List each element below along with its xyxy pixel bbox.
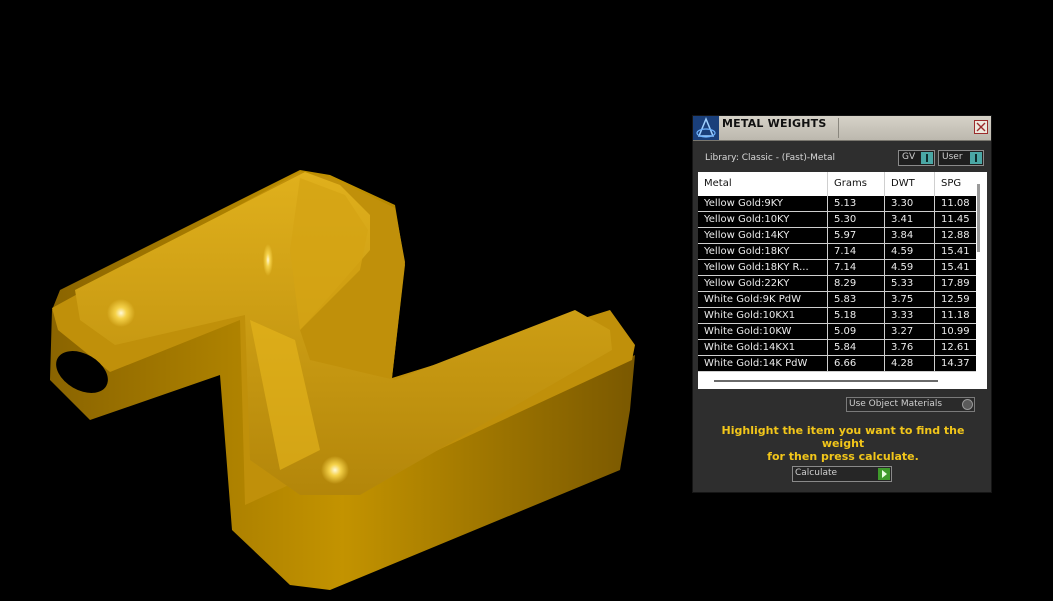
cell-metal: Yellow Gold:9KY: [698, 196, 828, 211]
table-body: Yellow Gold:9KY 5.13 3.30 11.08 Yellow Gold:…: [698, 196, 976, 372]
cell-spg: 11.18: [941, 310, 970, 321]
instruction-text: Highlight the item you want to find the …: [703, 424, 983, 463]
cell-grams: 5.18: [828, 308, 885, 323]
cell-dwt: 3.84: [885, 228, 935, 243]
cell-metal: Yellow Gold:22KY: [698, 276, 828, 291]
table-row[interactable]: White Gold:10KX1 5.18 3.33 11.18: [698, 308, 976, 324]
cell-spg: 15.41: [941, 262, 970, 273]
user-toggle-label: User: [942, 152, 963, 162]
table-row[interactable]: White Gold:14KX1 5.84 3.76 12.61: [698, 340, 976, 356]
cell-metal: White Gold:14K PdW: [698, 356, 828, 371]
cell-spg: 12.61: [941, 342, 970, 353]
table-row[interactable]: White Gold:10KW 5.09 3.27 10.99: [698, 324, 976, 340]
table-row[interactable]: Yellow Gold:9KY 5.13 3.30 11.08: [698, 196, 976, 212]
cell-grams: 7.14: [828, 260, 885, 275]
toggle-switch-icon: [970, 152, 982, 164]
cell-metal: Yellow Gold:10KY: [698, 212, 828, 227]
cell-dwt: 4.59: [885, 244, 935, 259]
calculate-button[interactable]: Calculate: [792, 466, 892, 482]
toggle-switch-icon: [921, 152, 933, 164]
table-row[interactable]: Yellow Gold:18KY R... 7.14 4.59 15.41: [698, 260, 976, 276]
close-icon: [976, 122, 986, 132]
gv-toggle[interactable]: GV: [898, 150, 935, 166]
metal-table[interactable]: Metal Grams DWT SPG Yellow Gold:9KY 5.13 3…: [698, 172, 987, 389]
title-divider: [838, 118, 839, 138]
metal-weights-panel: METAL WEIGHTS Library: Classic - (Fast)-…: [692, 115, 992, 493]
cell-metal: White Gold:9K PdW: [698, 292, 828, 307]
table-row[interactable]: White Gold:9K PdW 5.83 3.75 12.59: [698, 292, 976, 308]
material-source-label: Use Object Materials: [849, 399, 943, 409]
cell-grams: 7.14: [828, 244, 885, 259]
gv-toggle-label: GV: [902, 152, 916, 162]
table-row[interactable]: Yellow Gold:10KY 5.30 3.41 11.45: [698, 212, 976, 228]
column-header-grams[interactable]: Grams: [828, 172, 885, 196]
table-row[interactable]: Yellow Gold:18KY 7.14 4.59 15.41: [698, 244, 976, 260]
cell-spg: 12.59: [941, 294, 970, 305]
table-header: Metal Grams DWT SPG: [698, 172, 987, 196]
close-button[interactable]: [974, 120, 988, 134]
user-toggle[interactable]: User: [938, 150, 984, 166]
vertical-scrollbar[interactable]: [977, 184, 980, 252]
cell-grams: 6.66: [828, 356, 885, 371]
cell-metal: Yellow Gold:18KY R...: [698, 260, 828, 275]
cell-grams: 5.83: [828, 292, 885, 307]
panel-titlebar[interactable]: METAL WEIGHTS: [693, 116, 991, 141]
cell-dwt: 3.41: [885, 212, 935, 227]
cell-metal: Yellow Gold:18KY: [698, 244, 828, 259]
table-row[interactable]: Yellow Gold:22KY 8.29 5.33 17.89: [698, 276, 976, 292]
cell-metal: White Gold:10KW: [698, 324, 828, 339]
cell-grams: 5.09: [828, 324, 885, 339]
cell-metal: Yellow Gold:14KY: [698, 228, 828, 243]
dropdown-arrow-icon: [962, 399, 973, 410]
instruction-line-2: for then press calculate.: [767, 450, 919, 463]
material-source-dropdown[interactable]: Use Object Materials: [846, 397, 975, 412]
cell-dwt: 3.76: [885, 340, 935, 355]
cell-spg: 10.99: [941, 326, 970, 337]
cell-dwt: 3.27: [885, 324, 935, 339]
column-header-metal[interactable]: Metal: [698, 172, 828, 196]
column-header-dwt[interactable]: DWT: [885, 172, 935, 196]
cell-dwt: 3.33: [885, 308, 935, 323]
cell-dwt: 4.28: [885, 356, 935, 371]
play-arrow-icon: [878, 468, 890, 480]
app-logo-icon: [693, 116, 719, 140]
cell-metal: White Gold:10KX1: [698, 308, 828, 323]
horizontal-scrollbar[interactable]: [714, 380, 938, 382]
table-row[interactable]: Yellow Gold:14KY 5.97 3.84 12.88: [698, 228, 976, 244]
cell-dwt: 5.33: [885, 276, 935, 291]
cell-grams: 8.29: [828, 276, 885, 291]
cell-grams: 5.30: [828, 212, 885, 227]
cell-dwt: 3.30: [885, 196, 935, 211]
cell-metal: White Gold:14KX1: [698, 340, 828, 355]
panel-title: METAL WEIGHTS: [722, 117, 827, 130]
cell-dwt: 4.59: [885, 260, 935, 275]
cell-grams: 5.13: [828, 196, 885, 211]
cell-spg: 14.37: [941, 358, 970, 369]
table-row[interactable]: White Gold:14K PdW 6.66 4.28 14.37: [698, 356, 976, 372]
cell-dwt: 3.75: [885, 292, 935, 307]
cell-spg: 17.89: [941, 278, 970, 289]
library-label: Library: Classic - (Fast)-Metal: [705, 153, 836, 163]
cell-grams: 5.97: [828, 228, 885, 243]
cell-grams: 5.84: [828, 340, 885, 355]
instruction-line-1: Highlight the item you want to find the …: [721, 424, 965, 450]
calculate-label: Calculate: [795, 468, 838, 478]
